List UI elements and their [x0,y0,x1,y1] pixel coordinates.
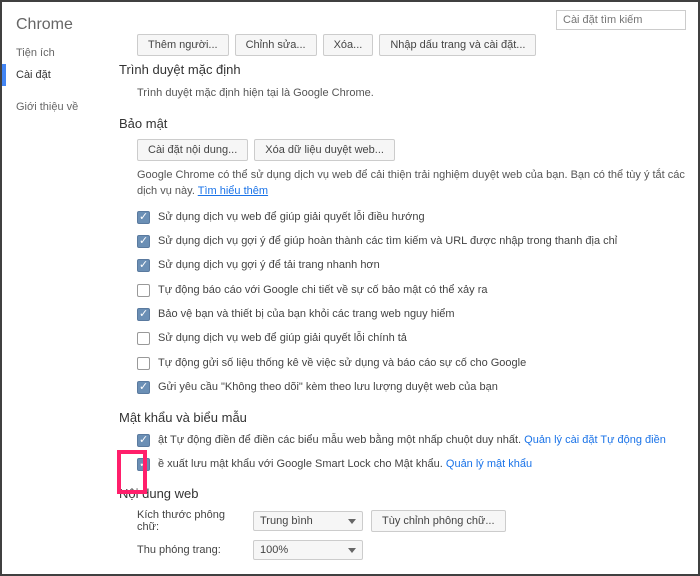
zoom-value: 100% [260,544,288,556]
privacy-option-label: Gửi yêu cầu "Không theo dõi" kèm theo lư… [158,380,498,395]
app-title: Chrome [2,12,107,42]
privacy-option-label: Tự động báo cáo với Google chi tiết về s… [158,283,488,298]
clear-browsing-button[interactable]: Xóa dữ liệu duyệt web... [254,139,395,161]
save-password-checkbox[interactable] [137,458,150,471]
customize-font-button[interactable]: Tùy chỉnh phông chữ... [371,510,506,532]
web-content-heading: Nội dung web [119,486,686,501]
edit-button[interactable]: Chỉnh sửa... [235,34,317,56]
default-browser-text: Trình duyệt mặc định hiện tại là Google … [119,85,686,102]
privacy-option-label: Sử dụng dịch vụ gợi ý để giúp hoàn thành… [158,234,617,249]
privacy-checkbox-0[interactable] [137,211,150,224]
autofill-checkbox[interactable] [137,434,150,447]
manage-autofill-link[interactable]: Quản lý cài đặt Tự động điền [524,434,666,446]
save-password-row: ề xuất lưu mật khẩu với Google Smart Loc… [119,457,686,472]
privacy-checkbox-5[interactable] [137,332,150,345]
privacy-checkbox-4[interactable] [137,308,150,321]
privacy-option-row: Tự động báo cáo với Google chi tiết về s… [119,283,686,298]
people-button-row: Thêm người... Chỉnh sửa... Xóa... Nhập d… [119,34,686,56]
sidebar-item-extensions[interactable]: Tiện ích [2,42,107,64]
privacy-checkbox-3[interactable] [137,284,150,297]
font-size-label: Kích thước phông chữ: [137,509,245,533]
privacy-option-row: Gửi yêu cầu "Không theo dõi" kèm theo lư… [119,380,686,395]
privacy-option-row: Sử dụng dịch vụ web để giúp giải quyết l… [119,210,686,225]
privacy-option-row: Sử dụng dịch vụ gợi ý để tải trang nhanh… [119,258,686,273]
default-browser-heading: Trình duyệt mặc định [119,62,686,77]
chevron-down-icon [348,548,356,553]
delete-button[interactable]: Xóa... [323,34,374,56]
add-person-button[interactable]: Thêm người... [137,34,229,56]
content-settings-button[interactable]: Cài đặt nội dung... [137,139,248,161]
privacy-checkbox-2[interactable] [137,259,150,272]
privacy-option-row: Tự động gửi số liệu thống kê về việc sử … [119,356,686,371]
web-content-section: Nội dung web Kích thước phông chữ: Trung… [119,486,686,560]
privacy-checkbox-1[interactable] [137,235,150,248]
privacy-heading: Bảo mật [119,116,686,131]
learn-more-link[interactable]: Tìm hiểu thêm [198,185,268,197]
default-browser-section: Trình duyệt mặc định Trình duyệt mặc địn… [119,62,686,102]
privacy-checkbox-7[interactable] [137,381,150,394]
autofill-label: ật Tự động điền để điền các biểu mẫu web… [158,433,666,448]
passwords-section: Mật khẩu và biểu mẫu ật Tự động điền để … [119,410,686,473]
privacy-option-label: Sử dụng dịch vụ web để giúp giải quyết l… [158,210,425,225]
zoom-label: Thu phóng trang: [137,544,245,556]
privacy-option-label: Sử dụng dịch vụ gợi ý để tải trang nhanh… [158,258,380,273]
privacy-option-row: Sử dụng dịch vụ gợi ý để giúp hoàn thành… [119,234,686,249]
chevron-down-icon [348,519,356,524]
main-content: Thêm người... Chỉnh sửa... Xóa... Nhập d… [107,2,698,574]
autofill-row: ật Tự động điền để điền các biểu mẫu web… [119,433,686,448]
manage-passwords-link[interactable]: Quản lý mật khẩu [446,458,532,470]
passwords-heading: Mật khẩu và biểu mẫu [119,410,686,425]
privacy-option-row: Bảo vệ bạn và thiết bị của bạn khỏi các … [119,307,686,322]
search-input[interactable] [556,10,686,30]
privacy-checkbox-6[interactable] [137,357,150,370]
privacy-option-label: Bảo vệ bạn và thiết bị của bạn khỏi các … [158,307,455,322]
privacy-option-label: Tự động gửi số liệu thống kê về việc sử … [158,356,526,371]
font-size-value: Trung bình [260,515,313,527]
import-button[interactable]: Nhập dấu trang và cài đặt... [379,34,536,56]
font-size-select[interactable]: Trung bình [253,511,363,531]
sidebar: Chrome Tiện ích Cài đặt Giới thiệu về [2,2,107,574]
sidebar-item-about[interactable]: Giới thiệu về [2,96,107,118]
privacy-desc: Google Chrome có thể sử dụng dịch vụ web… [119,167,686,200]
privacy-option-label: Sử dụng dịch vụ web để giúp giải quyết l… [158,331,407,346]
sidebar-item-settings[interactable]: Cài đặt [2,64,107,86]
privacy-section: Bảo mật Cài đặt nội dung... Xóa dữ liệu … [119,116,686,396]
zoom-select[interactable]: 100% [253,540,363,560]
privacy-option-row: Sử dụng dịch vụ web để giúp giải quyết l… [119,331,686,346]
save-password-label: ề xuất lưu mật khẩu với Google Smart Loc… [158,457,532,472]
